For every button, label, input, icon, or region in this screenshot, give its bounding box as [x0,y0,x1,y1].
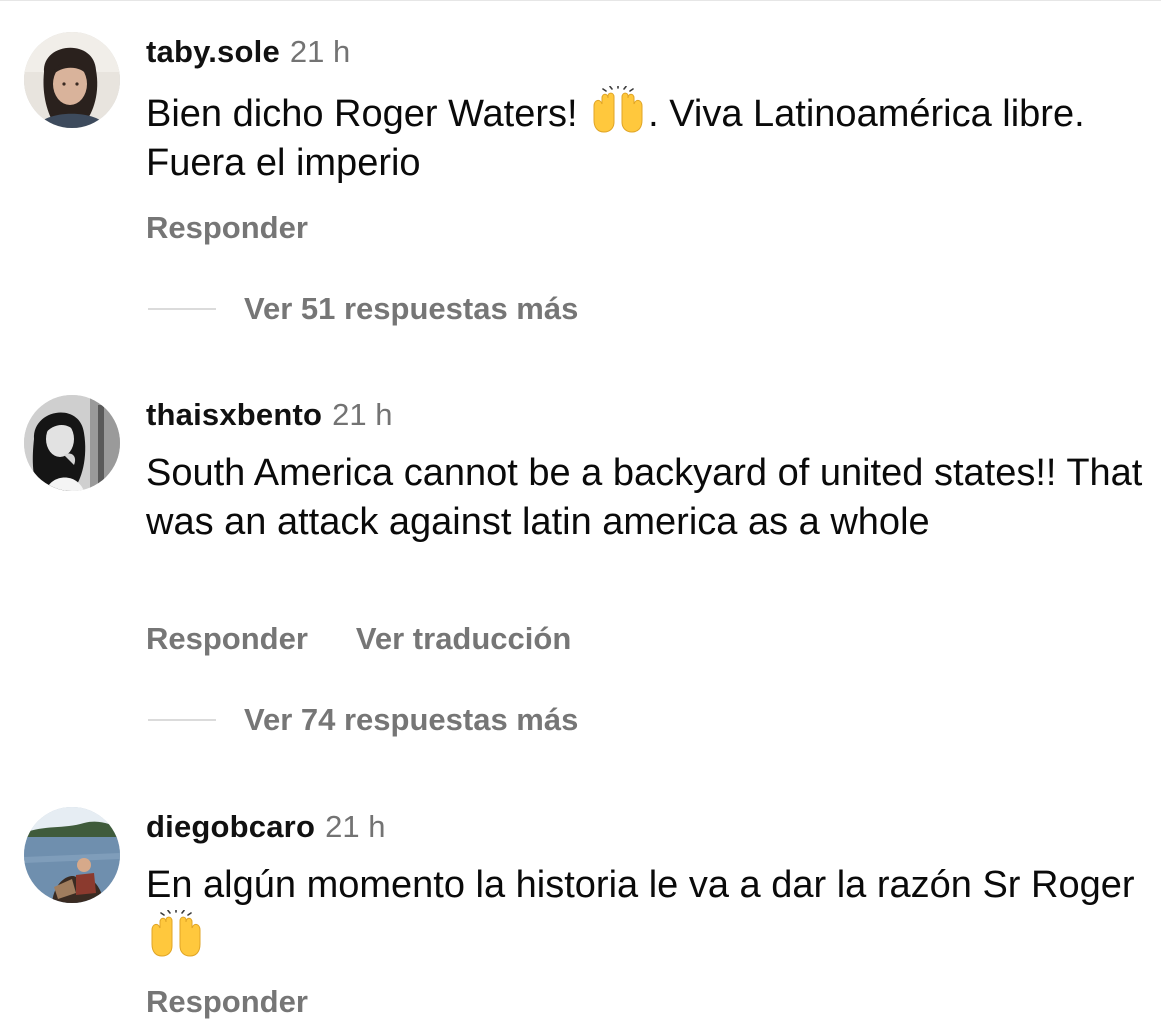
comment-text-part: Bien dicho Roger Waters! [146,93,589,135]
username[interactable]: diegobcaro [146,809,315,844]
raising-hands-icon [148,909,204,958]
avatar[interactable] [24,395,120,491]
reply-button[interactable]: Responder [146,210,308,245]
timestamp: 21 h [332,397,393,432]
comment-header: thaisxbento 21 h [146,395,393,435]
replies-divider [148,308,216,310]
view-replies-button[interactable]: Ver 51 respuestas más [244,291,578,326]
comment-text-part: En algún momento la historia le va a dar… [146,864,1135,906]
view-replies-row[interactable]: Ver 51 respuestas más [148,289,578,329]
raising-hands-icon [590,86,646,134]
comment-actions: Responder [146,982,308,1022]
comment-actions: Responder Ver traducción [146,619,571,659]
timestamp: 21 h [325,809,386,844]
timestamp: 21 h [289,34,351,69]
top-divider [0,0,1161,1]
comment-header: diegobcaro 21 h [146,807,385,847]
avatar[interactable] [24,32,120,128]
comment-text: South America cannot be a backyard of un… [146,452,1143,543]
reply-button[interactable]: Responder [146,621,308,656]
user-avatar-icon [24,807,120,903]
view-replies-button[interactable]: Ver 74 respuestas más [244,702,578,737]
comment-text: Bien dicho Roger Waters! . Viva Latinoam… [146,86,1146,187]
username[interactable]: thaisxbento [146,397,322,432]
translate-button[interactable]: Ver traducción [356,621,571,656]
view-replies-row[interactable]: Ver 74 respuestas más [148,700,578,740]
comment-header: taby.sole 21 h [146,32,350,72]
user-avatar-icon [24,395,120,491]
avatar[interactable] [24,807,120,903]
comment-actions: Responder [146,208,308,248]
user-avatar-icon [24,32,120,128]
replies-divider [148,719,216,721]
comment-text: En algún momento la historia le va a dar… [146,861,1146,962]
username[interactable]: taby.sole [146,34,280,69]
reply-button[interactable]: Responder [146,984,308,1019]
